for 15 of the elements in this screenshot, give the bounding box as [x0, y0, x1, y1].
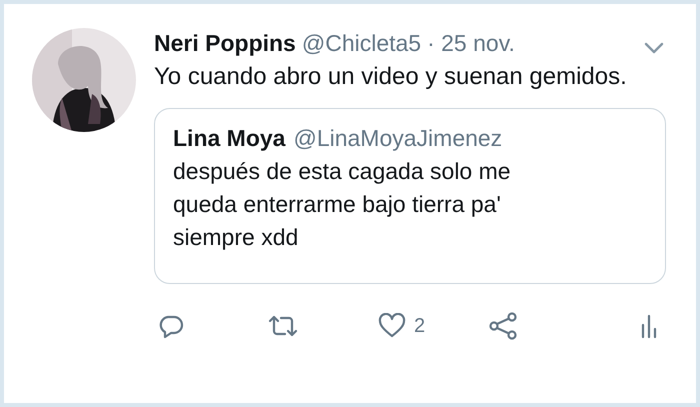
retweet-icon[interactable] — [268, 313, 298, 339]
quoted-tweet[interactable]: Lina Moya @LinaMoyaJimenez después de esta cagada solo me queda enterrarme bajo tierra pa' siempre xdd — [154, 108, 666, 284]
like-count: 2 — [414, 314, 426, 338]
author-name[interactable]: Neri Poppins — [154, 28, 296, 58]
chevron-down-icon[interactable] — [644, 42, 664, 54]
quoted-author-name: Lina Moya — [173, 124, 286, 153]
heart-icon[interactable] — [378, 313, 406, 339]
stats-icon[interactable] — [640, 313, 658, 339]
quoted-tweet-text: después de esta cagada solo me queda enterrarme bajo tierra pa' siempre xdd — [173, 157, 512, 252]
tweet-text: Yo cuando abro un video y suenan gemidos. — [154, 62, 628, 92]
reply-icon[interactable] — [158, 313, 184, 339]
share-icon[interactable] — [488, 312, 518, 340]
tweet-date[interactable]: · 25 nov. — [427, 28, 515, 58]
author-handle[interactable]: @Chicleta5 — [302, 28, 422, 58]
quoted-author-handle: @LinaMoyaJimenez — [293, 124, 502, 153]
